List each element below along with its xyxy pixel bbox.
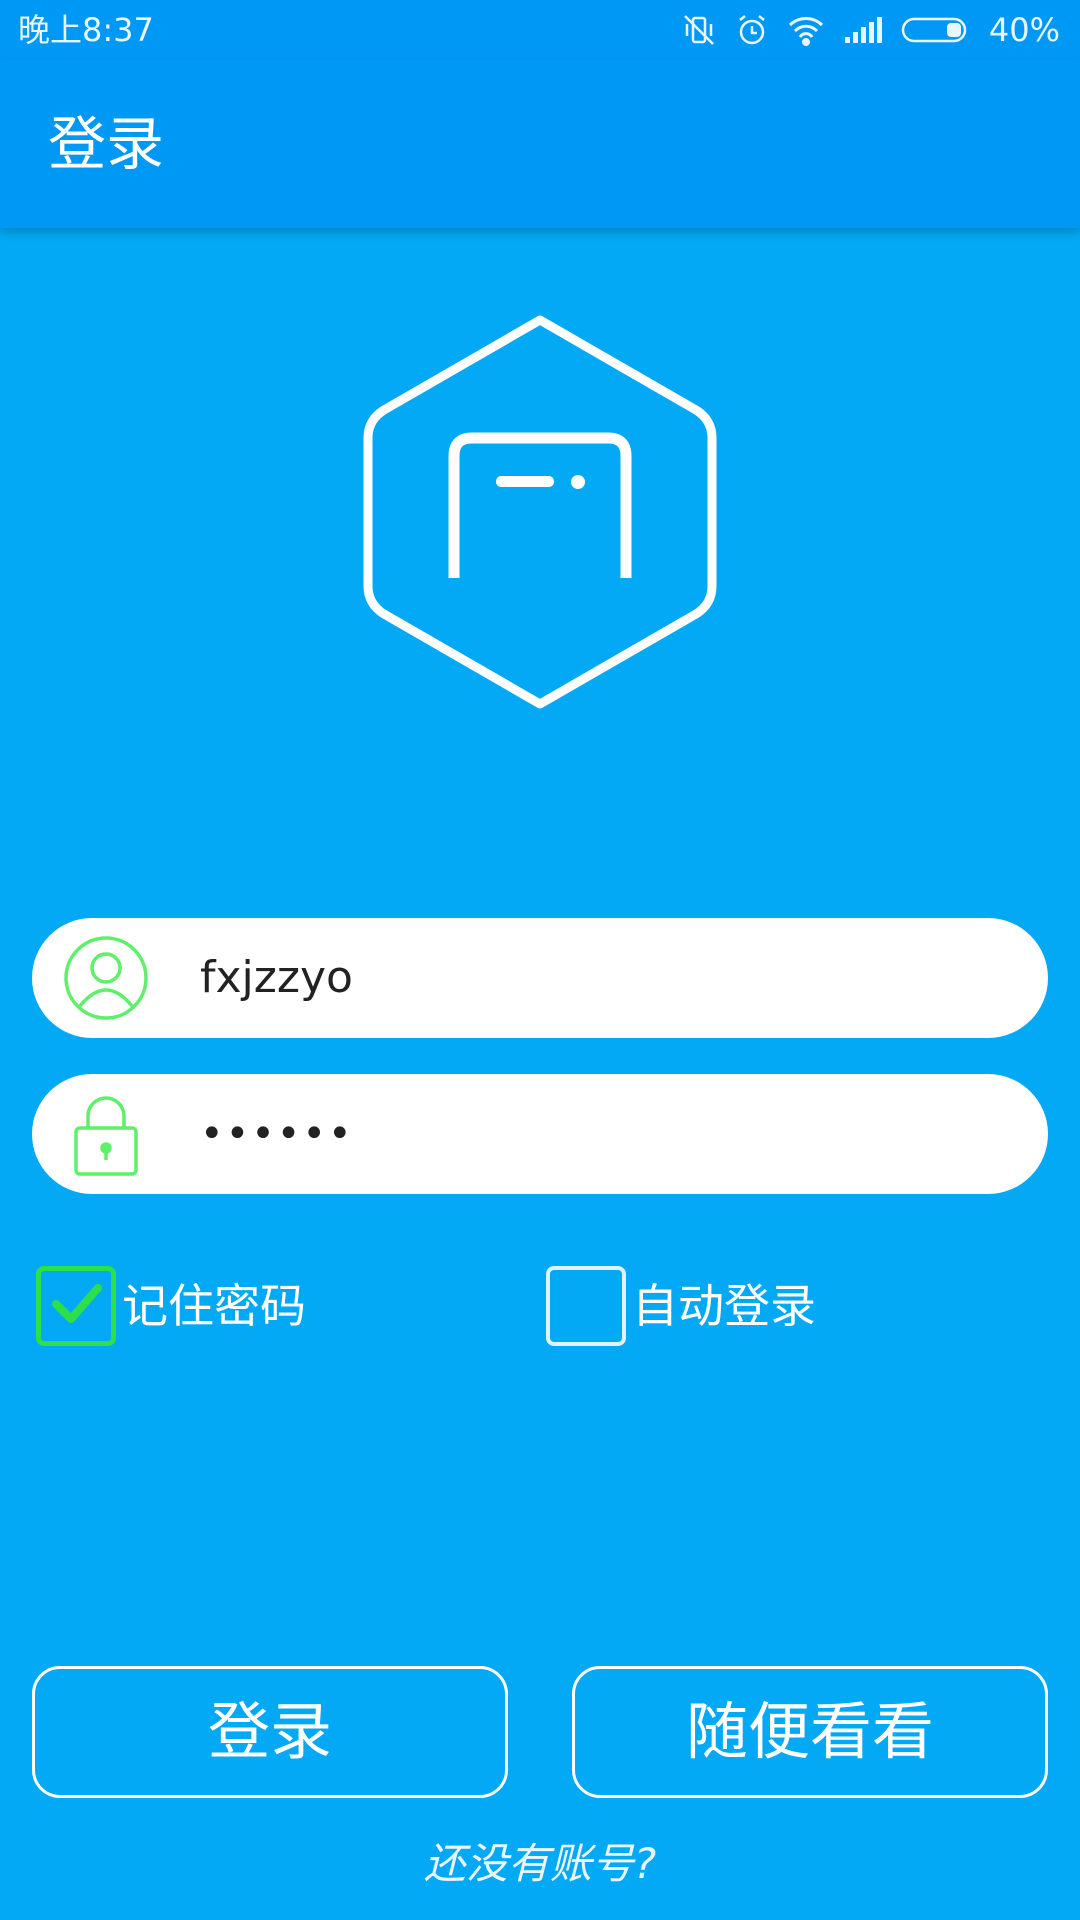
auto-login-checkbox[interactable] — [546, 1266, 626, 1346]
status-bar: 晚上8:37 40% — [0, 0, 1080, 60]
checkmark-icon — [46, 1274, 106, 1338]
battery-icon — [901, 15, 971, 45]
app-bar: 登录 — [0, 60, 1080, 228]
signal-icon — [843, 15, 883, 45]
auto-login-label: 自动登录 — [632, 1279, 816, 1333]
auto-login-option[interactable]: 自动登录 — [546, 1262, 816, 1350]
lock-icon — [62, 1090, 150, 1178]
remember-password-option[interactable]: 记住密码 — [36, 1262, 306, 1350]
password-field[interactable]: •••••• — [32, 1074, 1048, 1194]
user-avatar-icon — [62, 934, 150, 1022]
browse-button[interactable]: 随便看看 — [572, 1666, 1048, 1798]
vibrate-off-icon — [681, 12, 717, 48]
battery-percent: 40% — [988, 11, 1060, 49]
remember-password-label: 记住密码 — [122, 1279, 306, 1333]
username-field[interactable]: fxjzzyo — [32, 918, 1048, 1038]
status-icons: 40% — [681, 8, 1060, 52]
status-time: 晚上8:37 — [18, 11, 154, 49]
register-link[interactable]: 还没有账号? — [0, 1836, 1080, 1892]
app-logo — [360, 312, 720, 712]
password-value[interactable]: •••••• — [200, 1074, 354, 1194]
page-title: 登录 — [48, 110, 165, 178]
username-value[interactable]: fxjzzyo — [200, 918, 353, 1038]
login-button[interactable]: 登录 — [32, 1666, 508, 1798]
remember-password-checkbox[interactable] — [36, 1266, 116, 1346]
wifi-icon — [787, 14, 825, 46]
alarm-icon — [735, 13, 769, 47]
